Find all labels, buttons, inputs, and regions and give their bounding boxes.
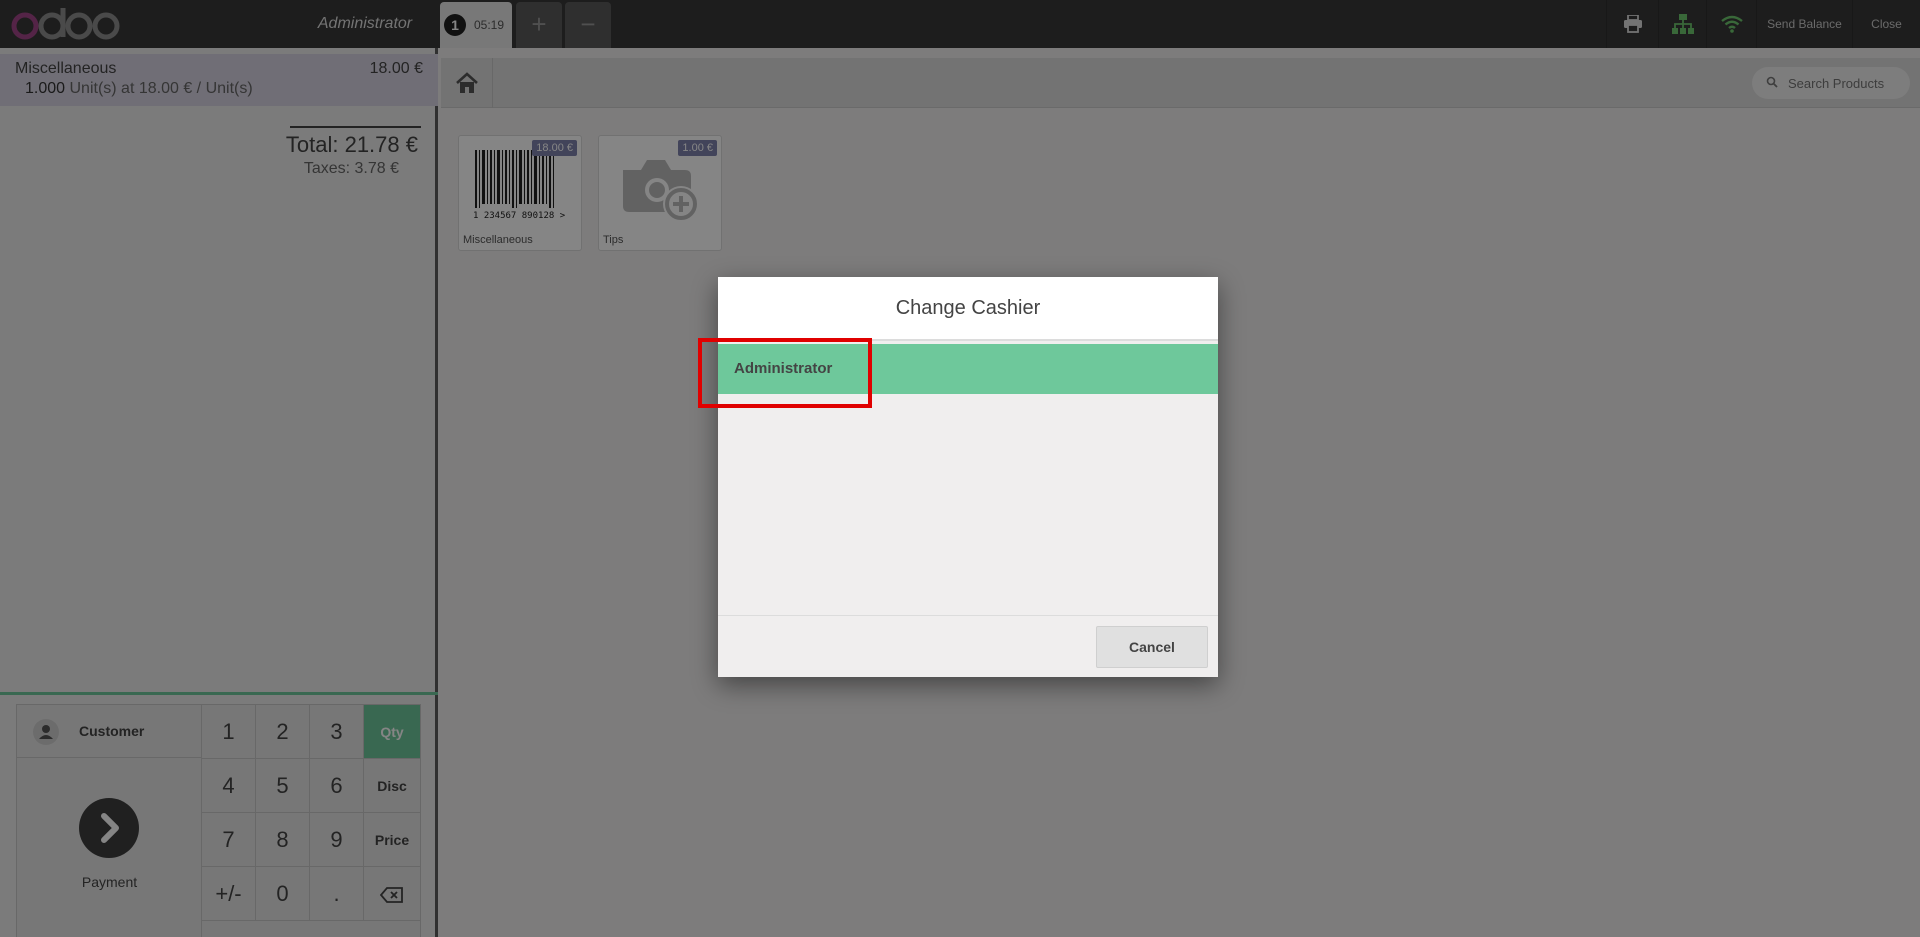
highlight-annotation	[698, 338, 872, 408]
change-cashier-dialog: Change Cashier Administrator Cancel	[718, 277, 1218, 677]
dialog-footer: Cancel	[718, 615, 1218, 677]
cancel-button[interactable]: Cancel	[1096, 626, 1208, 668]
dialog-title: Change Cashier	[718, 277, 1218, 341]
